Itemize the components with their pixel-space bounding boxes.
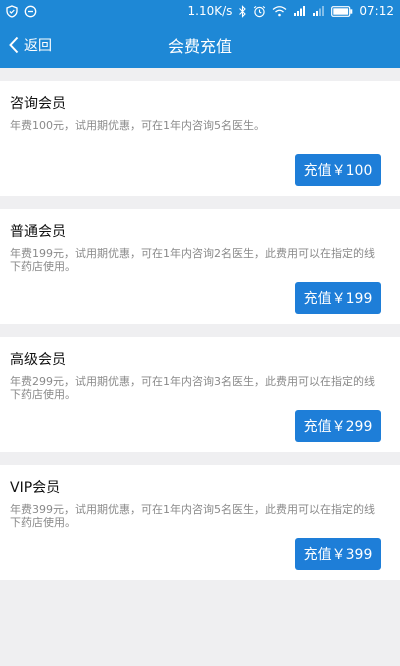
status-bar-left: [6, 4, 37, 18]
alarm-icon: [253, 5, 266, 18]
plan-card-consult: 咨询会员 年费100元，试用期优惠，可在1年内咨询5名医生。 充值￥100: [0, 81, 400, 196]
plan-description: 年费399元，试用期优惠，可在1年内咨询5名医生，此费用可以在指定的线下药店使用…: [10, 503, 375, 529]
plan-description: 年费100元，试用期优惠，可在1年内咨询5名医生。: [10, 119, 265, 132]
recharge-button-199[interactable]: 充值￥199: [295, 282, 381, 314]
wifi-icon: [272, 5, 287, 17]
page-title: 会费充值: [167, 37, 232, 56]
plan-description: 年费199元，试用期优惠，可在1年内咨询2名医生，此费用可以在指定的线下药店使用…: [10, 247, 375, 273]
network-speed: 1.10K/s: [187, 4, 233, 18]
status-bar: 1.10K/s 07:12: [0, 0, 400, 22]
back-button[interactable]: 返回: [8, 22, 52, 68]
bluetooth-icon: [238, 4, 247, 18]
clock: 07:12: [359, 4, 394, 18]
plan-card-premium: 高级会员 年费299元，试用期优惠，可在1年内咨询3名医生，此费用可以在指定的线…: [0, 337, 400, 452]
chat-icon: [24, 5, 37, 18]
chevron-left-icon: [8, 36, 20, 54]
app-bar: 返回 会费充值: [0, 22, 400, 68]
recharge-button-399[interactable]: 充值￥399: [295, 538, 381, 570]
recharge-button-100[interactable]: 充值￥100: [295, 154, 381, 186]
plan-name: 高级会员: [10, 352, 66, 368]
plan-description: 年费299元，试用期优惠，可在1年内咨询3名医生，此费用可以在指定的线下药店使用…: [10, 375, 375, 401]
plan-card-vip: VIP会员 年费399元，试用期优惠，可在1年内咨询5名医生，此费用可以在指定的…: [0, 465, 400, 580]
back-label: 返回: [24, 38, 52, 54]
recharge-button-299[interactable]: 充值￥299: [295, 410, 381, 442]
plan-card-standard: 普通会员 年费199元，试用期优惠，可在1年内咨询2名医生，此费用可以在指定的线…: [0, 209, 400, 324]
membership-plan-list: 咨询会员 年费100元，试用期优惠，可在1年内咨询5名医生。 充值￥100 普通…: [0, 81, 400, 593]
battery-icon: [331, 5, 353, 17]
status-bar-right: 1.10K/s 07:12: [188, 4, 394, 18]
plan-name: VIP会员: [10, 480, 61, 496]
signal-icon: [293, 5, 306, 17]
shield-icon: [6, 4, 18, 18]
plan-name: 咨询会员: [10, 96, 66, 112]
plan-name: 普通会员: [10, 224, 66, 240]
signal-icon: [312, 5, 325, 17]
